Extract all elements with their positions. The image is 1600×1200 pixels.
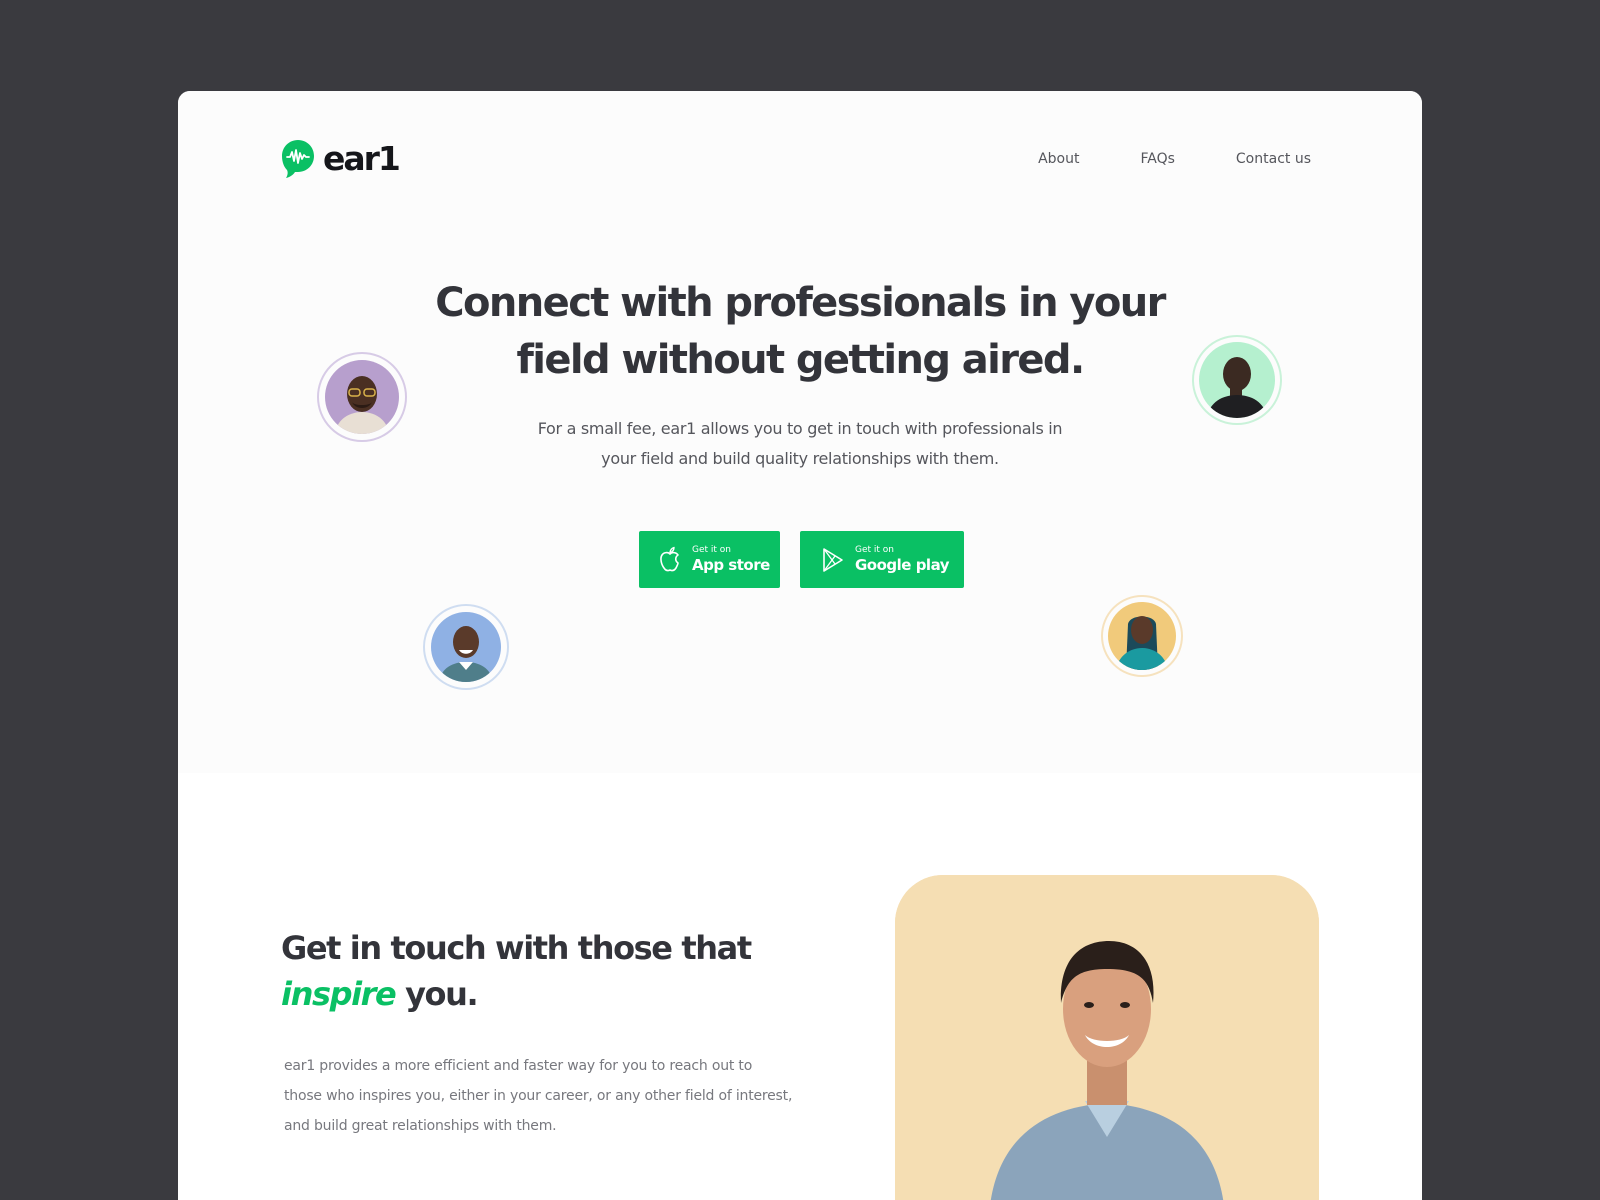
google-play-text: Get it on Google play xyxy=(855,544,950,575)
hero-subhead-line: your field and build quality relationshi… xyxy=(601,449,999,468)
google-play-small-label: Get it on xyxy=(855,544,895,555)
play-icon xyxy=(823,547,843,572)
app-store-button[interactable]: Get it on App store xyxy=(639,531,780,588)
apple-icon xyxy=(660,546,679,571)
nav-about-link[interactable]: About xyxy=(1038,151,1079,167)
google-play-label: Google play xyxy=(855,555,950,574)
google-play-button[interactable]: Get it on Google play xyxy=(800,531,964,588)
nav-faqs-link[interactable]: FAQs xyxy=(1140,151,1174,167)
nav-contact-link[interactable]: Contact us xyxy=(1236,151,1311,167)
section-body-line: ear1 provides a more efficient and faste… xyxy=(284,1058,753,1074)
hero-section: ear1 About FAQs Contact us Connect with … xyxy=(178,91,1422,773)
section-title: Get in touch with those that inspire you… xyxy=(281,925,752,1017)
nav-links: About FAQs Contact us xyxy=(977,139,1311,179)
avatar xyxy=(317,352,407,442)
logo[interactable]: ear1 xyxy=(281,139,401,179)
avatar-photo xyxy=(1199,342,1275,418)
section-body-line: those who inspires you, either in your c… xyxy=(284,1088,793,1104)
section-title-line: inspire you. xyxy=(281,971,751,1017)
hero-headline-line: Connect with professionals in your xyxy=(435,280,1166,326)
avatar-photo xyxy=(1108,602,1176,670)
app-store-text: Get it on App store xyxy=(692,545,770,575)
page-card: ear1 About FAQs Contact us Connect with … xyxy=(178,91,1422,1200)
avatar xyxy=(1101,595,1183,677)
store-buttons: Get it on App store Get it on Google pla… xyxy=(639,531,964,588)
avatar-photo xyxy=(325,360,399,434)
smiling-man-photo xyxy=(895,875,1319,1200)
logo-wordmark: ear1 xyxy=(323,139,401,178)
avatar xyxy=(1192,335,1282,425)
avatar xyxy=(423,604,509,690)
app-store-small-label: Get it on xyxy=(692,544,732,555)
ear1-logo-icon xyxy=(282,140,314,178)
section-title-accent: inspire xyxy=(281,975,397,1013)
section-body: ear1 provides a more efficient and faste… xyxy=(284,1051,804,1141)
top-nav: ear1 About FAQs Contact us xyxy=(281,139,1311,179)
section-body-line: and build great relationships with them. xyxy=(284,1118,557,1134)
avatar-photo xyxy=(431,612,501,682)
section-title-line: Get in touch with those that xyxy=(281,929,752,967)
section-title-rest: you. xyxy=(395,975,479,1013)
app-store-label: App store xyxy=(692,555,770,574)
feature-photo-card xyxy=(895,875,1319,1200)
